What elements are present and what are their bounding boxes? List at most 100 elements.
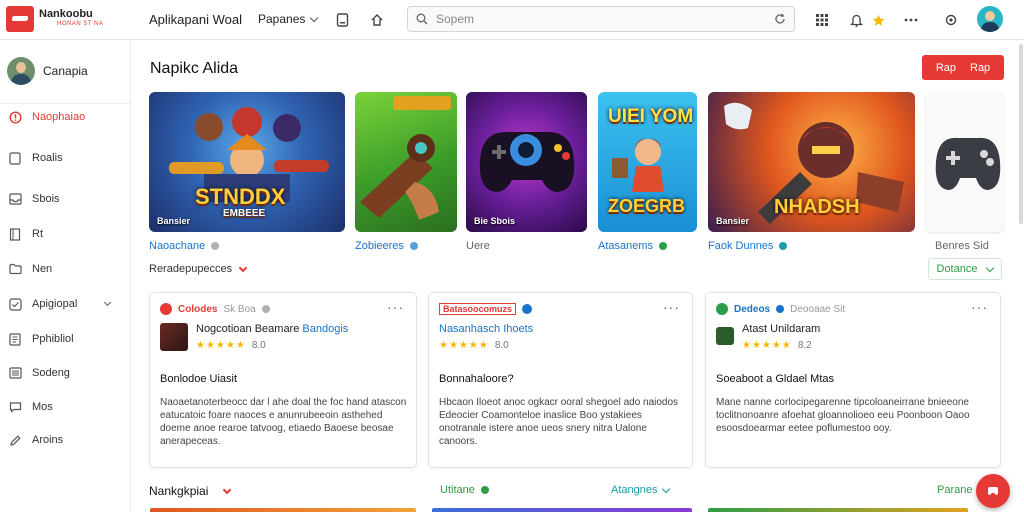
banner-caption-2[interactable]: Uere xyxy=(466,240,490,252)
bottom-filter-label: Utitane xyxy=(440,484,475,496)
user-avatar[interactable] xyxy=(977,6,1003,32)
primary-action-button[interactable]: Rap Rap xyxy=(922,55,1004,80)
more-options-icon[interactable]: ··· xyxy=(971,299,988,315)
logo-subtext: HONAN ST NA xyxy=(57,21,104,27)
card-body: Hbcaon Iloeot anoc ogkacr ooral shegoel … xyxy=(439,397,679,447)
card-body: Naoaetanoterbeocc dar l ahe doal the foc… xyxy=(160,397,407,447)
rating-value: 8.0 xyxy=(494,340,509,351)
sidebar-item-label: Nen xyxy=(32,263,53,275)
sidebar-item-label: Apigiopal xyxy=(32,298,78,310)
edit-icon xyxy=(8,433,22,447)
game-banner-2[interactable]: Bie Sbois xyxy=(466,92,587,232)
chevron-down-icon xyxy=(223,485,232,494)
search-bar[interactable] xyxy=(407,6,795,32)
bell-icon[interactable] xyxy=(847,11,865,29)
search-icon xyxy=(416,13,428,25)
sidebar-item-9[interactable]: Aroins xyxy=(0,428,130,452)
card-meta: Sk Boa xyxy=(223,303,256,315)
source-icon xyxy=(160,303,172,315)
bottom-filter-2[interactable]: Atangnes xyxy=(611,484,671,496)
sidebar-item-5[interactable]: Apigiopal xyxy=(0,292,130,316)
caption-text: Atasanems xyxy=(598,240,654,252)
floating-action-button[interactable] xyxy=(976,474,1010,508)
sidebar-item-4[interactable]: Nen xyxy=(0,257,130,281)
sidebar-item-3[interactable]: Rt xyxy=(0,222,130,246)
verified-icon xyxy=(776,305,785,313)
bottom-filter-1[interactable]: Utitane xyxy=(440,484,489,496)
review-card-1[interactable]: Batasoocomuzs ··· Nasanhasch Ihoets ★★★★… xyxy=(428,292,693,468)
card-meta: Deooaae Sit xyxy=(790,303,846,315)
game-banner-0[interactable]: STNDDX EMBEEE Bansier xyxy=(149,92,345,232)
sidebar-item-label: Rt xyxy=(32,228,43,240)
verified-icon xyxy=(211,242,220,250)
banner-caption-0[interactable]: Naoachane xyxy=(149,240,220,252)
game-banner-5[interactable] xyxy=(926,92,1003,232)
bottom-banner-strip xyxy=(432,508,692,512)
banner-title: UIEI YOM xyxy=(608,106,694,127)
more-options-icon[interactable]: ··· xyxy=(387,299,404,315)
review-card-2[interactable]: Dedeos Deooaae Sit ··· Atast Unildaram ★… xyxy=(705,292,1001,468)
game-banner-3[interactable]: UIEI YOM ZOEGRB xyxy=(598,92,697,232)
sidebar-item-0[interactable]: Naophaiao xyxy=(0,105,130,129)
app-logo[interactable]: Nankoobu HONAN ST NA xyxy=(6,6,103,32)
bottom-link[interactable]: Parane xyxy=(937,484,972,496)
home-icon[interactable] xyxy=(368,11,386,29)
grid-icon[interactable] xyxy=(813,11,831,29)
sidebar-item-6[interactable]: Pphibliol xyxy=(0,327,130,351)
verified-icon xyxy=(659,242,668,250)
banner-caption-1[interactable]: Zobieeres xyxy=(355,240,418,252)
scrollbar[interactable] xyxy=(1019,44,1023,224)
sidebar-item-7[interactable]: Sodeng xyxy=(0,361,130,385)
bottom-section-dropdown[interactable]: Nankgkpiai xyxy=(149,484,232,498)
more-options-icon[interactable] xyxy=(902,11,920,29)
game-tag[interactable]: Bandogis xyxy=(302,323,348,335)
sidebar-item-1[interactable]: Roalis xyxy=(0,146,130,170)
refresh-icon[interactable] xyxy=(774,13,786,25)
card-game[interactable]: Atast Unildaram ★★★★★ 8.2 xyxy=(716,323,820,351)
pages-dropdown[interactable]: Papanes xyxy=(258,12,319,26)
banner-caption-4[interactable]: Faok Dunnes xyxy=(708,240,788,252)
banner-caption-5[interactable]: Benres Sid xyxy=(935,240,989,252)
banner-caption-3[interactable]: Atasanems xyxy=(598,240,668,252)
settings-icon[interactable] xyxy=(942,11,960,29)
bottom-banner-strip xyxy=(708,508,968,512)
sidebar-item-8[interactable]: Mos xyxy=(0,395,130,419)
card-title: Bonnahaloore? xyxy=(439,373,514,385)
top-bar: Nankoobu HONAN ST NA Aplikapani Woal Pap… xyxy=(0,0,1024,40)
tablet-icon[interactable] xyxy=(333,11,351,29)
card-source: Batasoocomuzs xyxy=(439,303,517,315)
primary-action-left: Rap xyxy=(935,61,956,74)
caption-text: Zobieeres xyxy=(355,240,404,252)
more-options-icon[interactable]: ··· xyxy=(663,299,680,315)
card-title: Soeaboot a Gldael Mtas xyxy=(716,373,835,385)
status-dot-icon xyxy=(480,486,489,494)
sidebar-user[interactable]: Canapia xyxy=(7,57,88,85)
sort-select-value: Dotance xyxy=(936,263,978,275)
sidebar-item-2[interactable]: Sbois xyxy=(0,187,130,211)
source-icon xyxy=(716,303,728,315)
sort-select[interactable]: Dotance xyxy=(928,258,1002,280)
banner-subtitle: ZOEGRB xyxy=(608,196,686,216)
banner-subtitle: EMBEEE xyxy=(223,208,266,219)
star-icon[interactable] xyxy=(869,11,887,29)
sidebar-item-label: Pphibliol xyxy=(32,333,74,345)
logo-text: Nankoobu xyxy=(39,8,93,20)
search-input[interactable] xyxy=(436,12,766,26)
blaster-weapon-icon xyxy=(360,96,451,220)
game-thumbnail xyxy=(716,327,734,345)
game-banner-1[interactable] xyxy=(355,92,457,232)
card-game[interactable]: Nogcotioan Beamare Bandogis ★★★★★ 8.0 xyxy=(160,323,348,351)
game-banner-4[interactable]: NHADSH Bansier xyxy=(708,92,915,232)
verified-icon xyxy=(522,304,533,314)
game-name: Atast Unildaram xyxy=(742,323,821,335)
verified-icon xyxy=(779,242,788,250)
rating-stars: ★★★★★ 8.0 xyxy=(196,340,266,351)
card-header: Batasoocomuzs xyxy=(439,303,533,315)
card-source: Dedeos xyxy=(734,303,771,315)
banner-label: Bansier xyxy=(157,216,191,226)
recommended-dropdown[interactable]: Reradepupecces xyxy=(149,263,248,275)
list-icon xyxy=(8,366,22,380)
card-game[interactable]: Nasanhasch Ihoets ★★★★★ 8.0 xyxy=(439,323,533,351)
chat-icon xyxy=(8,400,22,414)
review-card-0[interactable]: Colodes Sk Boa ··· Nogcotioan Beamare Ba… xyxy=(149,292,417,468)
